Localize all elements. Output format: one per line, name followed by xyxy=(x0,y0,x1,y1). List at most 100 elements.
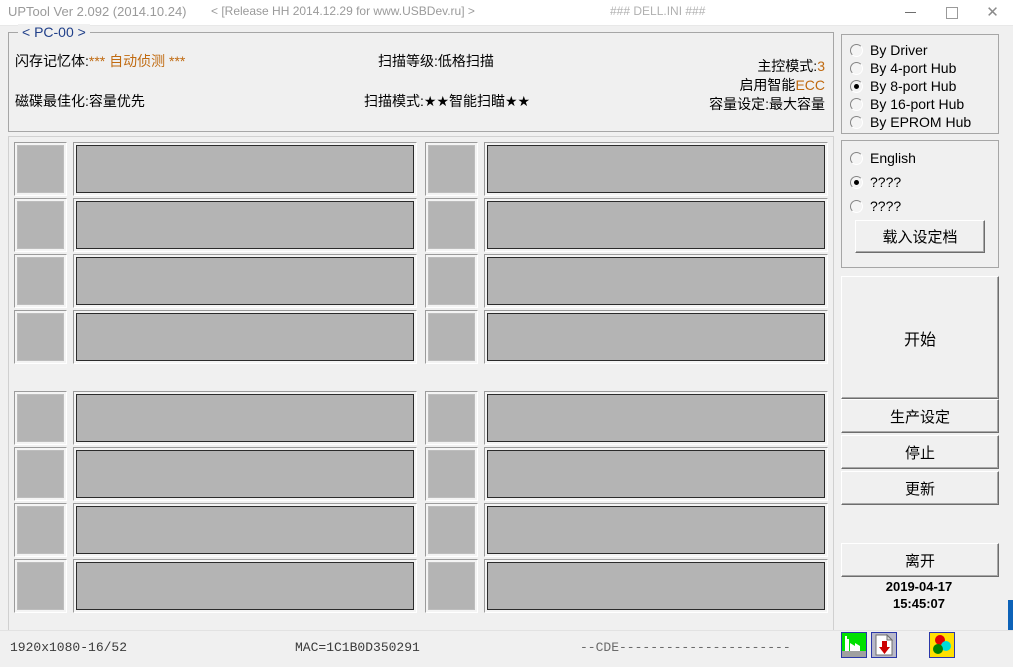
clock-date: 2019-04-17 xyxy=(885,579,953,594)
hub-option-3[interactable]: By 16-port Hub xyxy=(850,95,964,113)
port-slot-9-badge-fill xyxy=(17,394,64,442)
smart-ecc-value: ECC xyxy=(795,77,825,93)
port-slot-6-status-bar[interactable] xyxy=(484,254,828,308)
language-option-2[interactable]: ???? xyxy=(850,197,901,215)
port-slot-5-status-bar[interactable] xyxy=(73,254,417,308)
radio-icon xyxy=(850,79,863,93)
stop-button[interactable]: 停止 xyxy=(841,435,999,469)
disk-optimize-value: 容量优先 xyxy=(88,93,145,109)
capacity-setting-label: 容量设定: xyxy=(709,96,769,112)
start-button[interactable]: 开始 xyxy=(841,276,999,399)
port-slot-1-badge-fill xyxy=(17,145,64,193)
radio-icon xyxy=(850,115,863,129)
language-option-1[interactable]: ???? xyxy=(850,173,901,191)
hub-option-0[interactable]: By Driver xyxy=(850,41,928,59)
port-slot-8[interactable] xyxy=(425,310,828,364)
port-slot-16-status-bar[interactable] xyxy=(484,559,828,613)
language-option-label: ???? xyxy=(870,174,902,190)
port-slot-4-status-bar[interactable] xyxy=(484,198,828,252)
update-button[interactable]: 更新 xyxy=(841,471,999,505)
port-slot-6-badge[interactable] xyxy=(425,254,478,308)
port-slot-14-badge-fill xyxy=(428,506,475,554)
language-option-0[interactable]: English xyxy=(850,149,916,167)
production-settings-button[interactable]: 生产设定 xyxy=(841,399,999,433)
port-slot-11[interactable] xyxy=(14,447,417,501)
port-slot-8-badge-fill xyxy=(428,313,475,361)
capacity-setting-info: 容量设定:最大容量 xyxy=(709,94,825,114)
port-slot-11-badge-fill xyxy=(17,450,64,498)
port-slot-10-status-bar[interactable] xyxy=(484,391,828,445)
port-slot-13-status-bar[interactable] xyxy=(73,503,417,557)
disk-optimize-label: 磁碟最佳化: xyxy=(15,93,89,109)
download-document-button[interactable] xyxy=(871,632,897,658)
port-slot-10[interactable] xyxy=(425,391,828,445)
port-slot-16-badge-fill xyxy=(428,562,475,610)
port-slot-1[interactable] xyxy=(14,142,417,196)
hub-option-4[interactable]: By EPROM Hub xyxy=(850,113,971,131)
port-slot-7-status-bar[interactable] xyxy=(73,310,417,364)
port-slot-6[interactable] xyxy=(425,254,828,308)
radio-icon xyxy=(850,151,863,165)
port-slot-15-status-bar[interactable] xyxy=(73,559,417,613)
port-slot-16-badge[interactable] xyxy=(425,559,478,613)
port-slot-16[interactable] xyxy=(425,559,828,613)
port-slot-4[interactable] xyxy=(425,198,828,252)
flash-memory-value: *** 自动侦测 *** xyxy=(88,53,186,69)
port-slot-2[interactable] xyxy=(425,142,828,196)
close-icon: ✕ xyxy=(986,3,999,21)
port-slot-13-badge[interactable] xyxy=(14,503,67,557)
port-slot-5[interactable] xyxy=(14,254,417,308)
port-slot-12[interactable] xyxy=(425,447,828,501)
port-slot-5-badge[interactable] xyxy=(14,254,67,308)
radio-icon xyxy=(850,61,863,75)
device-info-groupbox: < PC-00 > 闪存记忆体:*** 自动侦测 *** 磁碟最佳化:容量优先 … xyxy=(8,24,834,132)
factory-icon-button[interactable] xyxy=(841,632,867,658)
port-slot-2-status-bar[interactable] xyxy=(484,142,828,196)
port-slot-4-badge[interactable] xyxy=(425,198,478,252)
port-slot-10-badge[interactable] xyxy=(425,391,478,445)
port-slot-12-status-fill xyxy=(487,450,825,498)
port-slot-8-status-bar[interactable] xyxy=(484,310,828,364)
port-slot-9-status-bar[interactable] xyxy=(73,391,417,445)
hub-option-label: By 4-port Hub xyxy=(870,60,957,76)
hub-option-label: By 8-port Hub xyxy=(870,78,957,94)
color-wheel-button[interactable] xyxy=(929,632,955,658)
hub-option-2[interactable]: By 8-port Hub xyxy=(850,77,956,95)
port-grid xyxy=(8,136,834,632)
port-slot-7-badge[interactable] xyxy=(14,310,67,364)
port-slot-1-badge[interactable] xyxy=(14,142,67,196)
port-slot-1-status-bar[interactable] xyxy=(73,142,417,196)
load-config-button[interactable]: 载入设定档 xyxy=(855,220,985,253)
port-slot-15-badge[interactable] xyxy=(14,559,67,613)
port-slot-9-badge[interactable] xyxy=(14,391,67,445)
hub-option-1[interactable]: By 4-port Hub xyxy=(850,59,956,77)
port-slot-11-badge[interactable] xyxy=(14,447,67,501)
port-slot-3-badge[interactable] xyxy=(14,198,67,252)
scan-mode-info: 扫描模式:★★智能扫瞄★★ xyxy=(364,91,530,111)
port-slot-12-status-bar[interactable] xyxy=(484,447,828,501)
controller-mode-info: 主控模式:3 xyxy=(757,56,825,76)
port-slot-7[interactable] xyxy=(14,310,417,364)
pc-id-legend: < PC-00 > xyxy=(18,24,90,40)
exit-button[interactable]: 离开 xyxy=(841,543,999,577)
maximize-button[interactable] xyxy=(931,0,972,25)
close-button[interactable]: ✕ xyxy=(972,0,1013,25)
port-slot-14[interactable] xyxy=(425,503,828,557)
port-slot-3-status-bar[interactable] xyxy=(73,198,417,252)
port-slot-16-status-fill xyxy=(487,562,825,610)
port-slot-13[interactable] xyxy=(14,503,417,557)
port-slot-2-badge[interactable] xyxy=(425,142,478,196)
port-slot-12-badge[interactable] xyxy=(425,447,478,501)
port-slot-14-status-bar[interactable] xyxy=(484,503,828,557)
port-slot-13-badge-fill xyxy=(17,506,64,554)
minimize-button[interactable] xyxy=(890,0,931,25)
port-slot-14-badge[interactable] xyxy=(425,503,478,557)
port-slot-9[interactable] xyxy=(14,391,417,445)
language-option-label: English xyxy=(870,150,916,166)
port-slot-8-badge[interactable] xyxy=(425,310,478,364)
port-slot-15[interactable] xyxy=(14,559,417,613)
radio-icon xyxy=(850,97,863,111)
port-slot-6-badge-fill xyxy=(428,257,475,305)
port-slot-3[interactable] xyxy=(14,198,417,252)
port-slot-11-status-bar[interactable] xyxy=(73,447,417,501)
